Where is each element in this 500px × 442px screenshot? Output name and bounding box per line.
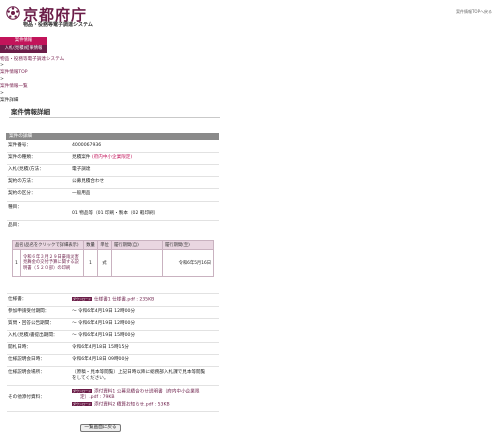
item-name-link[interactable]: 令和６年３月２９日豪雨災害見舞金の交付予算に関する説明書（５２０部）の印刷 [20,249,84,277]
category-value: 一般用品 [72,191,91,196]
attachment-2[interactable]: ダウンロード 添付資料2 積算お知らせ.pdf : 53KB [72,402,170,409]
col-header-name: 品名(品名をクリックで詳細表示) [12,240,84,250]
section-header: 案件の詳細 [6,133,219,140]
breadcrumb-item-list[interactable]: 案件情報一覧 [0,84,64,90]
row-number: 1 [12,249,21,277]
spec-label: 仕様書： [8,297,27,302]
breadcrumb-item-top[interactable]: 案件情報TOP [0,70,64,76]
divider [7,342,219,343]
download-icon: ダウンロード [72,297,93,301]
divider [7,152,219,153]
divider [7,201,219,202]
bid-period-value: 〜 令和6年4月19日 15時00分 [72,333,136,338]
divider [7,293,219,294]
attachment-2-link[interactable]: 添付資料2 積算お知らせ.pdf : 53KB [94,403,170,408]
col-header-unit: 単位 [97,240,112,250]
apply-deadline-label: 参加申請受付期間： [8,309,50,314]
case-type-value: 見積案件 (府内中小企業限定) [72,155,132,161]
col-header-from: 履行期間(自) [111,240,163,250]
col-header-qty: 数量 [83,240,98,250]
items-table: 品名(品名をクリックで詳細表示) 数量 単位 履行期間(自) 履行期間(至) 1… [12,240,214,277]
briefing-date-value: 令和6年4月18日 09時00分 [72,357,129,362]
attachment-1-link-cont[interactable]: 定）.pdf : 79KB [80,395,115,401]
divider [7,176,219,177]
opening-date-value: 令和6年4月18日 15時15分 [72,345,129,350]
contract-method-label: 契約の方法： [8,179,36,184]
question-period-value: 〜 令和6年4月19日 12時00分 [72,321,136,326]
other-files-label: その他添付資料： [8,395,45,400]
download-icon: ダウンロード [72,389,93,393]
divider [7,411,219,412]
table-header-row: 品名(品名をクリックで詳細表示) 数量 単位 履行期間(自) 履行期間(至) [12,240,214,250]
briefing-date-label: 仕様説明会日時： [8,357,45,362]
kyoto-crest-icon [6,6,20,20]
title-divider [9,117,220,118]
divider [7,354,219,355]
breadcrumb: 物品・役務等電子調達システム > 案件情報TOP > 案件情報一覧 > 案件詳細 [0,57,64,104]
sidebar-item-case-info[interactable]: 案件情報 [0,37,47,45]
case-type-label: 案件の種類： [8,155,36,160]
divider [7,306,219,307]
item-qty: 1 [83,249,98,277]
bid-method-value: 電子調達 [72,167,91,172]
back-to-list-button[interactable]: 一覧画面に戻る [80,424,121,432]
system-title: 物品・役務等電子調達システム [23,22,93,28]
case-number-value: 4000067936 [72,143,102,148]
top-return-link[interactable]: 案件情報TOPへ戻る [456,9,492,15]
divider [7,220,219,221]
type-label: 種目： [8,205,22,210]
question-period-label: 質問・回答公告期間： [8,321,54,326]
item-unit: 式 [97,249,112,277]
page-title: 案件情報詳細 [11,108,50,116]
briefing-place-label: 仕様説明会場所： [8,370,45,375]
items-label: 品目： [8,223,22,228]
divider [7,366,219,367]
briefing-place-value-2: をしてください。 [72,376,109,381]
type-value: 01 物品等（01 印刷・製本（02 軽印刷） [72,211,159,216]
breadcrumb-item-current: 案件詳細 [0,98,19,103]
spec-file[interactable]: ダウンロード 仕様書1 仕様書.pdf : 235KB [72,297,154,304]
bid-method-label: 入札(見積)方法： [8,167,44,172]
attachment-1-link[interactable]: 添付資料1 公募見積合わせ説明書（府内中小企業限 [94,390,199,395]
case-number-label: 案件番号： [8,143,31,148]
opening-date-label: 開札日時： [8,345,31,350]
breadcrumb-separator: > [0,63,4,68]
contract-method-value: 公募見積合わせ [72,179,105,184]
bid-period-label: 入札(見積)書提出期間： [8,333,58,338]
table-row: 1 令和６年３月２９日豪雨災害見舞金の交付予算に関する説明書（５２０部）の印刷 … [12,249,214,277]
breadcrumb-separator: > [0,91,4,96]
spec-file-link[interactable]: 仕様書1 仕様書.pdf : 235KB [94,298,154,303]
kyoto-logo[interactable]: 京都府庁 [6,6,186,32]
sidebar-item-bid-results[interactable]: 入札(見積)結果情報 [0,45,47,53]
breadcrumb-separator: > [0,77,4,82]
category-label: 契約の区分： [8,191,36,196]
divider [7,330,219,331]
col-header-to: 履行期間(至) [162,240,214,250]
item-from [111,249,163,277]
download-icon: ダウンロード [72,402,93,406]
divider [7,318,219,319]
divider [7,188,219,189]
divider [7,164,219,165]
item-to: 令和6年5月16日 [162,249,214,277]
case-type-text: 見積案件 [72,155,91,160]
case-type-note: (府内中小企業限定) [91,155,133,160]
divider [7,385,219,386]
side-menu: 案件情報 入札(見積)結果情報 [0,37,47,53]
breadcrumb-item-system[interactable]: 物品・役務等電子調達システム [0,57,64,63]
apply-deadline-value: 〜 令和6年4月19日 12時00分 [72,309,136,314]
